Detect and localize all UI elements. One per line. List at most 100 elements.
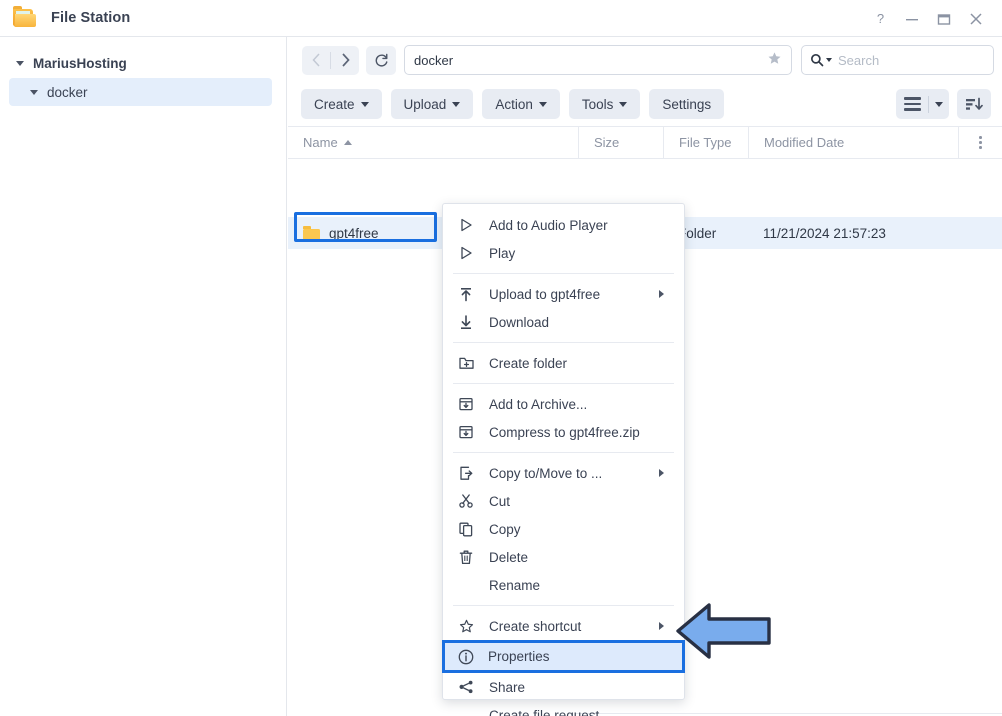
play-triangle-icon (459, 244, 481, 262)
svg-text:?: ? (876, 12, 883, 26)
menu-label: Share (489, 679, 526, 695)
menu-item-copy-move-to[interactable]: Copy to/Move to ... (443, 459, 684, 487)
list-view-icon[interactable] (896, 89, 928, 119)
sidebar-item-docker[interactable]: docker (9, 78, 272, 106)
tools-label: Tools (581, 96, 614, 112)
column-options-button[interactable] (958, 126, 1002, 159)
search-caret-icon[interactable] (826, 58, 832, 62)
file-station-window: File Station ? MariusHosting docker dock… (0, 0, 1002, 716)
archive-icon (459, 395, 481, 413)
minimize-icon[interactable] (896, 4, 928, 34)
submenu-arrow-icon (659, 622, 664, 630)
column-header-name[interactable]: Name (288, 126, 578, 159)
info-circle-icon (458, 648, 480, 666)
column-modified-date-label: Modified Date (764, 135, 845, 150)
column-header-size[interactable]: Size (578, 126, 663, 159)
back-button[interactable] (302, 46, 330, 75)
caret-down-icon (452, 101, 461, 107)
scissors-icon (459, 492, 481, 510)
file-modified-date-cell: 11/21/2024 21:57:23 (763, 225, 886, 241)
menu-item-create-folder[interactable]: Create folder (443, 349, 684, 377)
menu-item-upload-to-gpt4free[interactable]: Upload to gpt4free (443, 280, 684, 308)
menu-item-share[interactable]: Share (443, 673, 684, 701)
column-file-type-label: File Type (679, 135, 732, 150)
column-name-label: Name (303, 135, 338, 150)
column-headers: Name Size File Type Modified Date (288, 126, 1002, 159)
menu-separator (453, 342, 674, 343)
app-title: File Station (51, 10, 131, 26)
menu-item-add-to-archive[interactable]: Add to Archive... (443, 390, 684, 418)
caret-down-icon[interactable] (16, 60, 24, 66)
path-value: docker (414, 52, 454, 68)
caret-down-icon[interactable] (30, 89, 38, 95)
close-icon[interactable] (960, 4, 992, 34)
menu-item-delete[interactable]: Delete (443, 543, 684, 571)
menu-item-create-shortcut[interactable]: Create shortcut (443, 612, 684, 640)
sidebar-item-mariushosting[interactable]: MariusHosting (0, 50, 286, 76)
kebab-menu-icon[interactable] (979, 136, 982, 149)
sort-descending-icon[interactable] (957, 89, 991, 119)
menu-label: Create folder (489, 355, 568, 371)
menu-item-create-file-request[interactable]: Create file request (443, 701, 684, 716)
search-placeholder: Search (838, 52, 880, 68)
menu-label: Download (489, 314, 550, 330)
help-icon[interactable]: ? (864, 4, 896, 34)
create-button[interactable]: Create (301, 89, 382, 119)
navigation-bar: docker Search (288, 37, 1002, 83)
nav-button-group (302, 45, 359, 75)
menu-item-rename[interactable]: Rename (443, 571, 684, 599)
menu-item-cut[interactable]: Cut (443, 487, 684, 515)
settings-button[interactable]: Settings (649, 89, 725, 119)
share-nodes-icon (459, 678, 481, 696)
upload-arrow-icon (459, 285, 481, 303)
view-tools (896, 89, 991, 119)
menu-item-copy[interactable]: Copy (443, 515, 684, 543)
create-label: Create (314, 96, 355, 112)
view-mode-group (896, 89, 949, 119)
search-input[interactable]: Search (801, 45, 994, 75)
menu-item-add-to-audio-player[interactable]: Add to Audio Player (443, 211, 684, 239)
menu-separator (453, 605, 674, 606)
tools-button[interactable]: Tools (568, 89, 641, 119)
star-outline-icon (459, 617, 481, 635)
menu-label: Delete (489, 549, 529, 565)
action-toolbar: Create Upload Action Tools Settings (288, 83, 1002, 125)
star-icon[interactable] (767, 51, 782, 70)
menu-label: Add to Archive... (489, 396, 588, 412)
action-label: Action (495, 96, 533, 112)
path-input[interactable]: docker (404, 45, 792, 75)
menu-label: Compress to gpt4free.zip (489, 424, 640, 440)
menu-label: Create shortcut (489, 618, 582, 634)
sidebar: MariusHosting docker (0, 37, 287, 716)
menu-label: Copy to/Move to ... (489, 465, 603, 481)
menu-label: Copy (489, 521, 521, 537)
menu-item-play[interactable]: Play (443, 239, 684, 267)
menu-label: Properties (488, 649, 550, 664)
submenu-arrow-icon (659, 469, 664, 477)
upload-button[interactable]: Upload (390, 89, 474, 119)
sidebar-child-label: docker (47, 84, 88, 100)
menu-item-compress-to-zip[interactable]: Compress to gpt4free.zip (443, 418, 684, 446)
menu-item-properties[interactable]: Properties (442, 640, 685, 673)
menu-label: Rename (489, 577, 541, 593)
menu-label: Upload to gpt4free (489, 286, 601, 302)
copy-move-icon (459, 464, 481, 482)
menu-label: Add to Audio Player (489, 217, 608, 233)
refresh-button[interactable] (366, 45, 396, 75)
maximize-icon[interactable] (928, 4, 960, 34)
caret-down-icon (538, 101, 547, 107)
play-triangle-icon (459, 216, 481, 234)
search-icon[interactable] (810, 53, 824, 67)
window-controls: ? (864, 0, 992, 37)
caret-down-icon (360, 101, 369, 107)
action-button[interactable]: Action (482, 89, 560, 119)
sidebar-root-label: MariusHosting (33, 55, 127, 71)
forward-button[interactable] (331, 46, 359, 75)
context-menu: Add to Audio Player Play Upload to gpt4f… (442, 203, 685, 716)
menu-label: Create file request (489, 707, 600, 716)
column-header-modified-date[interactable]: Modified Date (748, 126, 958, 159)
menu-item-download[interactable]: Download (443, 308, 684, 336)
menu-label: Play (489, 245, 516, 261)
view-caret-icon[interactable] (929, 89, 949, 119)
column-header-file-type[interactable]: File Type (663, 126, 748, 159)
